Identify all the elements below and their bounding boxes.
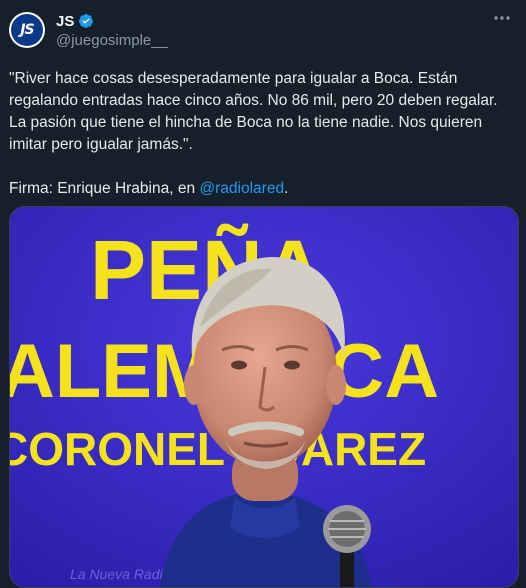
signature-end: . (284, 180, 289, 197)
tweet-signature: Firma: Enrique Hrabina, en @radiolared. (9, 178, 514, 200)
name-row: JS (56, 11, 168, 31)
tweet-text: "River hace cosas desesperadamente para … (9, 68, 514, 200)
mention-link[interactable]: @radiolared (199, 180, 284, 197)
more-dots-icon (494, 16, 510, 20)
photo-illustration: PEÑA ALEMBOCA CORONEL SUAREZ La Nueva Ra… (10, 207, 518, 587)
tweet-quote: "River hace cosas desesperadamente para … (9, 70, 498, 153)
more-options-icon[interactable] (490, 10, 514, 30)
tweet-author: JS @juegosimple__ (56, 11, 168, 50)
avatar-logo: JS (11, 14, 43, 46)
tweet-photo[interactable]: PEÑA ALEMBOCA CORONEL SUAREZ La Nueva Ra… (9, 206, 519, 588)
avatar[interactable]: JS (9, 12, 45, 48)
signature-text: Firma: Enrique Hrabina, en (9, 180, 200, 197)
author-name[interactable]: JS (56, 13, 74, 30)
tweet-card[interactable]: JS JS @juegosimple__ "River hace cosas d… (0, 0, 526, 588)
author-handle[interactable]: @juegosimple__ (56, 32, 168, 49)
verified-badge-icon (79, 14, 94, 28)
